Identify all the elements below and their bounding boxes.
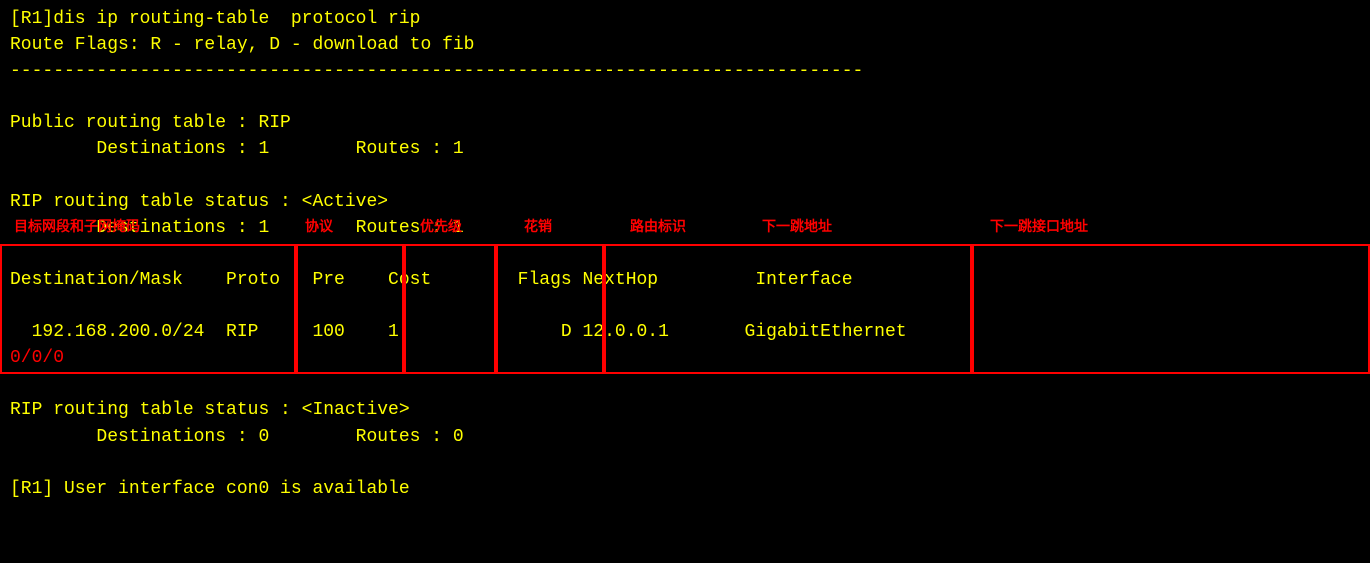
blank-6 (10, 450, 1360, 476)
cmd-line: [R1]dis ip routing-table protocol rip (10, 6, 1360, 32)
user-interface-line: [R1] User interface con0 is available (10, 476, 1360, 502)
blank-1 (10, 84, 1360, 110)
terminal: [R1]dis ip routing-table protocol rip Ro… (0, 0, 1370, 563)
rip-active-status: RIP routing table status : <Active> (10, 189, 1360, 215)
table-data-row-2: 0/0/0 (10, 345, 1360, 371)
blank-2 (10, 163, 1360, 189)
blank-4 (10, 293, 1360, 319)
route-flags-line: Route Flags: R - relay, D - download to … (10, 32, 1360, 58)
rip-inactive-status: RIP routing table status : <Inactive> (10, 397, 1360, 423)
active-dest-routes: Destinations : 1 Routes : 1 (10, 215, 1360, 241)
table-header: Destination/Mask Proto Pre Cost Flags Ne… (10, 267, 1360, 293)
table-data-row-1: 192.168.200.0/24 RIP 100 1 D 12.0.0.1 Gi… (10, 319, 1360, 345)
blank-3 (10, 241, 1360, 267)
public-dest-routes: Destinations : 1 Routes : 1 (10, 136, 1360, 162)
inactive-dest-routes: Destinations : 0 Routes : 0 (10, 424, 1360, 450)
blank-5 (10, 371, 1360, 397)
separator-line: ----------------------------------------… (10, 58, 1360, 84)
public-table-label: Public routing table : RIP (10, 110, 1360, 136)
